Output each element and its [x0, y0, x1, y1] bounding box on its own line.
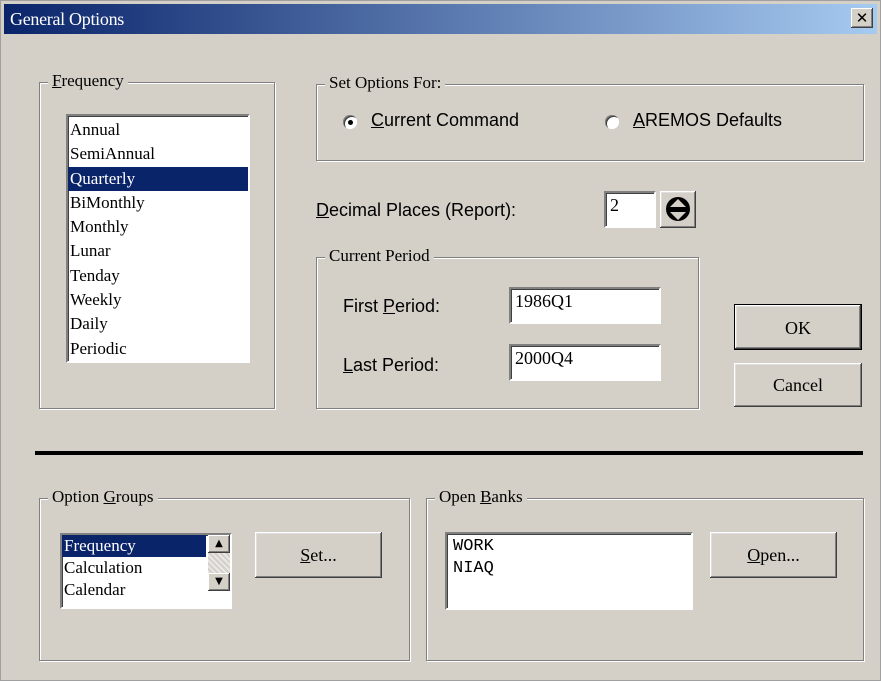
list-item-selected[interactable]: Frequency [62, 535, 206, 557]
scroll-up-icon[interactable]: ▲ [208, 535, 230, 553]
list-item[interactable]: NIAQ [453, 558, 691, 580]
list-item[interactable]: Weekly [68, 288, 248, 312]
first-period-label: First Period: [343, 296, 441, 316]
decimal-places-label: Decimal Places (Report): [316, 200, 517, 220]
aremos-defaults-radio[interactable] [605, 115, 619, 129]
list-item-selected[interactable]: Quarterly [68, 166, 248, 191]
list-item[interactable]: Tenday [68, 264, 248, 288]
list-item[interactable]: SemiAnnual [68, 142, 248, 166]
first-period-input[interactable]: 1986Q1 [509, 287, 661, 324]
scroll-down-icon[interactable]: ▼ [208, 573, 230, 591]
last-period-input[interactable]: 2000Q4 [509, 344, 661, 381]
current-command-radio[interactable] [343, 115, 357, 129]
option-groups-scrollbar[interactable]: ▲ ▼ [208, 535, 230, 607]
decimal-places-input[interactable]: 2 [604, 191, 656, 228]
window-title: General Options [10, 9, 124, 29]
close-icon[interactable]: ✕ [851, 8, 873, 28]
decimal-spin-button[interactable] [660, 191, 696, 228]
open-bank-button[interactable]: Open... [710, 532, 837, 578]
option-groups-label: Option Groups [48, 487, 158, 507]
list-item[interactable]: Calculation [62, 557, 206, 579]
last-period-label: Last Period: [343, 355, 440, 375]
aremos-defaults-label[interactable]: AREMOS Defaults [633, 110, 782, 131]
list-item[interactable]: Lunar [68, 239, 248, 263]
open-banks-label: Open Banks [435, 487, 527, 507]
open-banks-listbox[interactable]: WORK NIAQ [445, 532, 693, 610]
list-item[interactable]: WORK [453, 536, 691, 558]
cancel-button[interactable]: Cancel [734, 363, 862, 407]
list-item[interactable]: Monthly [68, 215, 248, 239]
current-command-label[interactable]: Current Command [371, 110, 519, 131]
general-options-dialog: General Options ✕ Frequency Annual SemiA… [0, 0, 881, 681]
ok-button[interactable]: OK [734, 304, 862, 350]
frequency-group: Frequency Annual SemiAnnual Quarterly Bi… [39, 71, 275, 409]
set-options-group: Set Options For: Current Command AREMOS … [316, 73, 864, 161]
list-item[interactable]: Annual [68, 118, 248, 142]
current-period-group: Current Period First Period: 1986Q1 Last… [316, 246, 699, 409]
set-button[interactable]: Set... [255, 532, 382, 578]
open-banks-group: Open Banks WORK NIAQ Open... [426, 487, 864, 661]
title-bar[interactable]: General Options ✕ [4, 4, 877, 34]
list-item[interactable]: Calendar [62, 579, 206, 601]
frequency-listbox[interactable]: Annual SemiAnnual Quarterly BiMonthly Mo… [66, 114, 250, 363]
radio-selected-dot [348, 120, 353, 125]
set-options-label: Set Options For: [325, 73, 446, 93]
section-divider [35, 451, 863, 455]
option-groups-listbox[interactable]: Frequency Calculation Calendar ▲ ▼ [60, 533, 232, 609]
current-period-label: Current Period [325, 246, 434, 266]
spin-updown-icon [666, 197, 690, 221]
list-item[interactable]: BiMonthly [68, 191, 248, 215]
option-groups-group: Option Groups Frequency Calculation Cale… [39, 487, 410, 661]
list-item[interactable]: Daily [68, 312, 248, 336]
frequency-group-label: Frequency [48, 71, 128, 91]
scrollbar-track[interactable] [208, 553, 230, 573]
list-item[interactable]: Periodic [68, 337, 248, 361]
